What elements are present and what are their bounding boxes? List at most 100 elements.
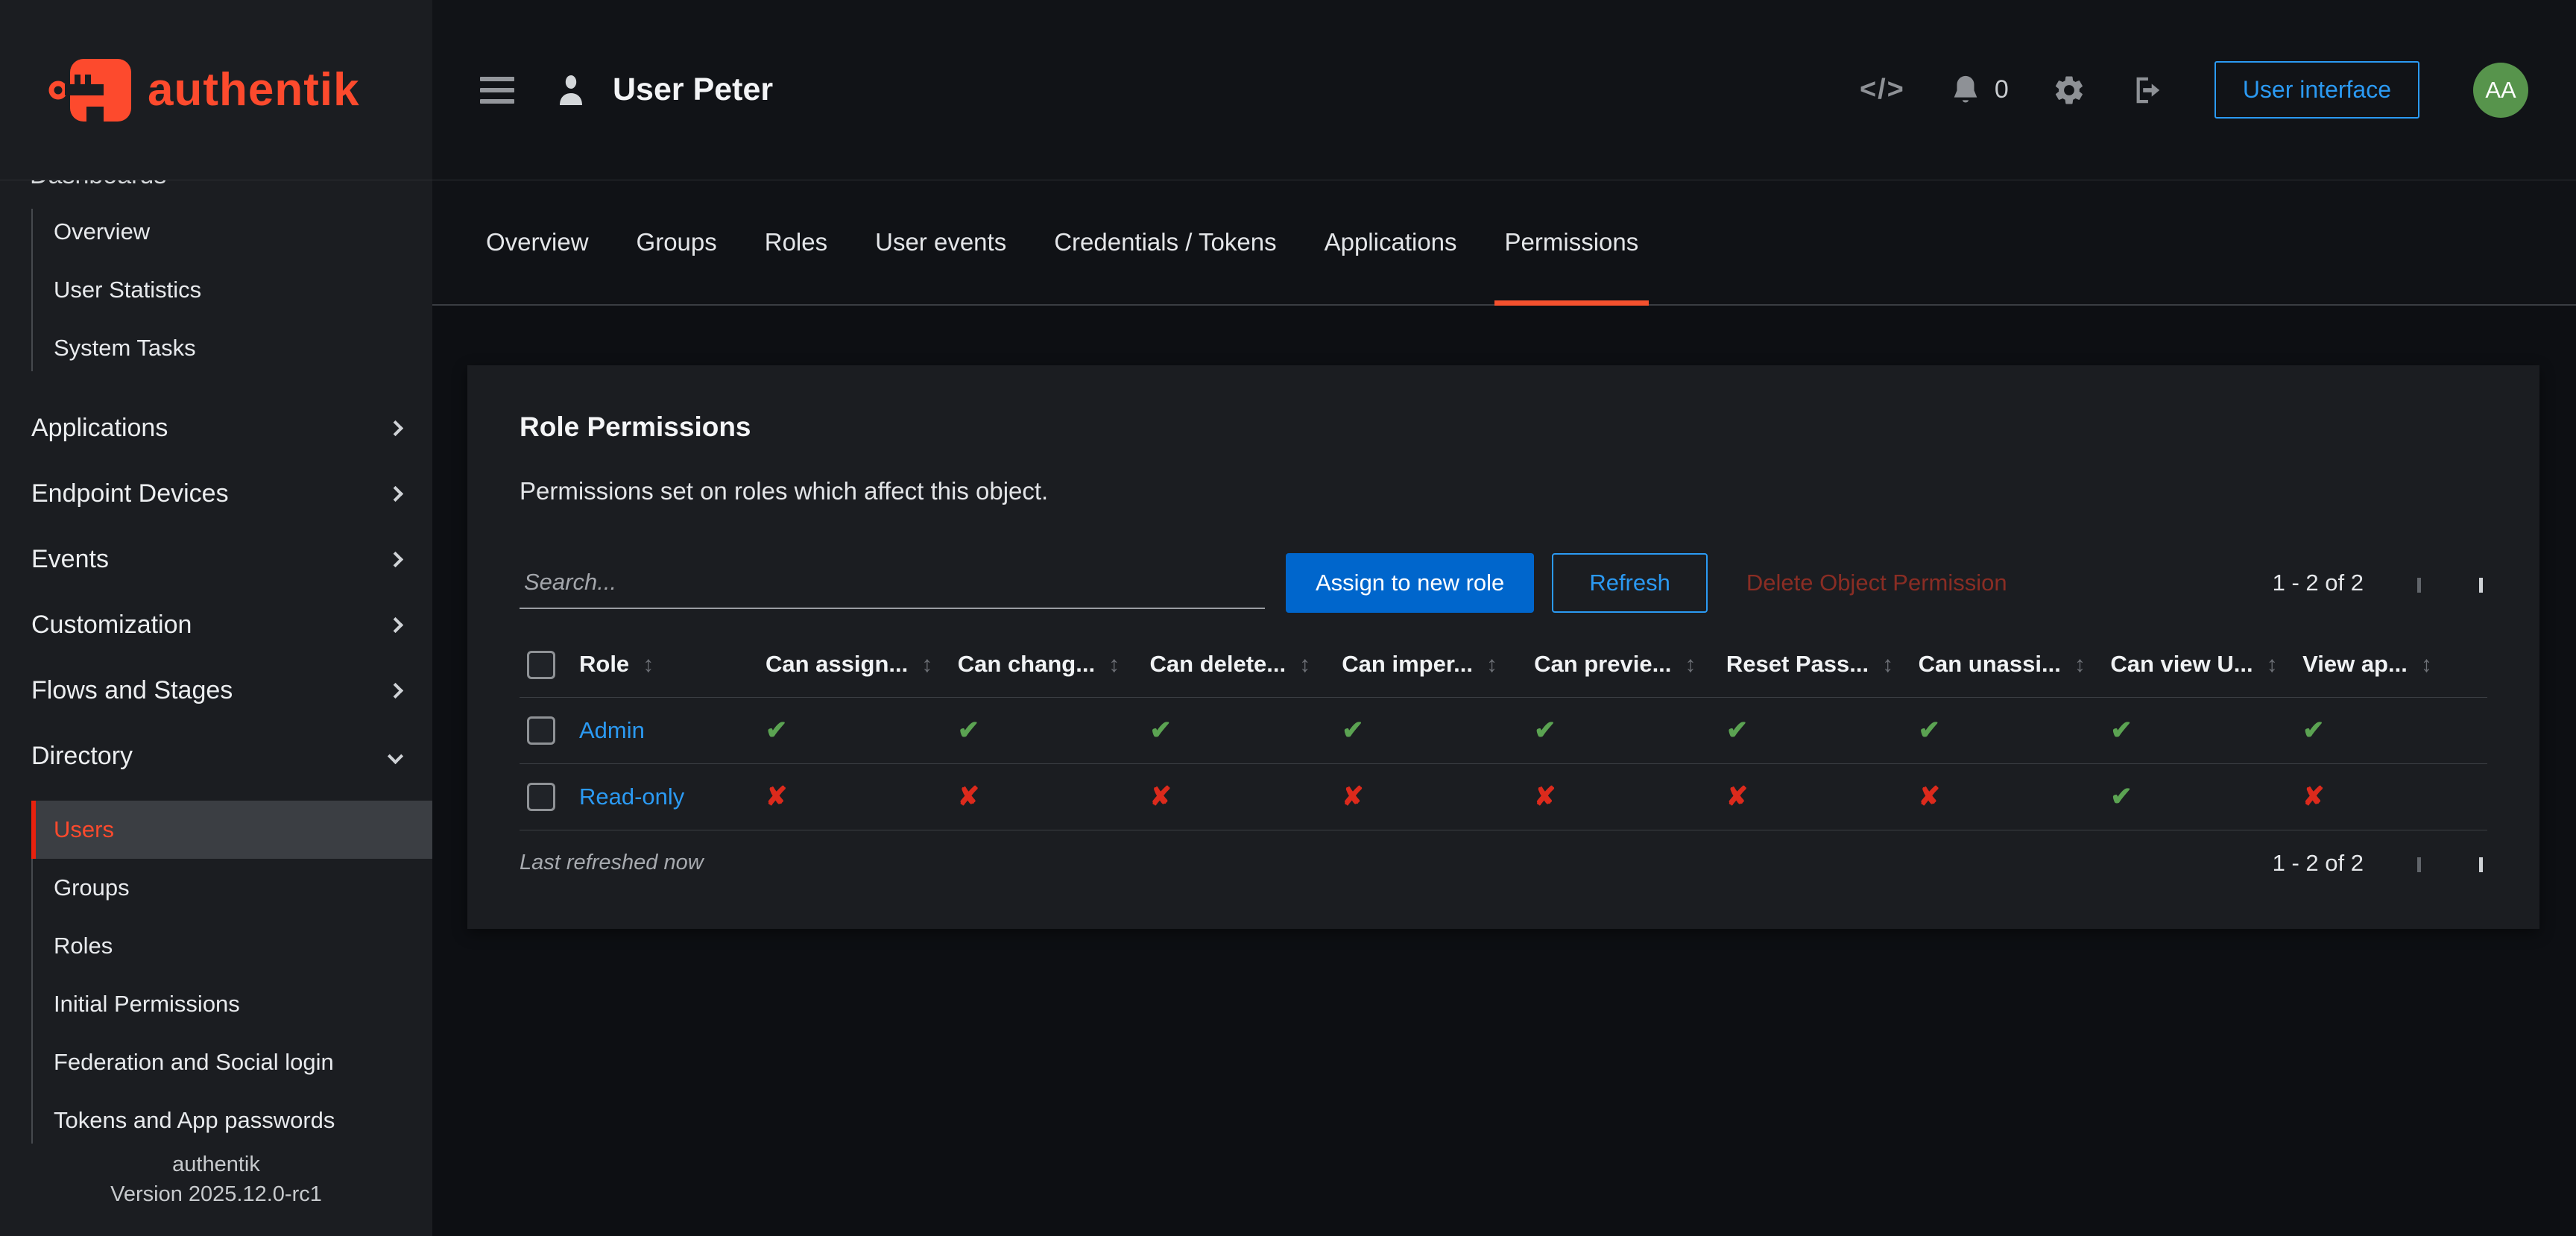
- tab-applications[interactable]: Applications: [1314, 180, 1468, 304]
- sidebar-logo-area: authentik: [0, 0, 432, 180]
- tab-user-events[interactable]: User events: [865, 180, 1017, 304]
- role-permissions-card: Role Permissions Permissions set on role…: [467, 365, 2539, 929]
- permission-cell: ✘: [758, 763, 950, 830]
- row-checkbox[interactable]: [527, 716, 555, 745]
- sign-out-icon[interactable]: [2130, 73, 2164, 107]
- sidebar-item-tokens-app-passwords[interactable]: Tokens and App passwords: [31, 1091, 432, 1150]
- role-permissions-table: Role↕ Can assign...↕ Can chang...↕ Can d…: [520, 632, 2487, 830]
- user-icon: [553, 72, 589, 108]
- sidebar-item-federation-social-login[interactable]: Federation and Social login: [31, 1033, 432, 1091]
- permission-cell: ✔: [1143, 697, 1335, 763]
- pagination-label: 1 - 2 of 2: [2273, 570, 2364, 596]
- chevron-down-icon: [388, 748, 403, 763]
- tab-content: Role Permissions Permissions set on role…: [432, 306, 2576, 929]
- permission-cell: ✔: [950, 697, 1143, 763]
- sort-icon[interactable]: ↕: [2267, 652, 2278, 677]
- pagination-prev-button[interactable]: [2413, 573, 2425, 593]
- tab-groups[interactable]: Groups: [626, 180, 727, 304]
- select-all-checkbox[interactable]: [527, 651, 555, 679]
- sidebar-item-flows-and-stages[interactable]: Flows and Stages: [0, 658, 432, 723]
- column-header-reset-password: Reset Pass...↕: [1719, 632, 1911, 697]
- sidebar-item-customization[interactable]: Customization: [0, 592, 432, 658]
- chevron-right-icon: [388, 682, 403, 698]
- permission-cell: ✔: [1334, 697, 1527, 763]
- sidebar-item-initial-permissions[interactable]: Initial Permissions: [31, 975, 432, 1033]
- api-browser-icon[interactable]: </>: [1860, 74, 1905, 106]
- permission-cell: ✔: [1719, 697, 1911, 763]
- main-area: Overview Groups Roles User events Creden…: [432, 180, 2576, 1236]
- user-interface-button[interactable]: User interface: [2214, 61, 2419, 119]
- top-header: User Peter </> 0 User interface AA: [432, 0, 2576, 180]
- sort-icon[interactable]: ↕: [1486, 652, 1497, 677]
- column-header-can-change: Can chang...↕: [950, 632, 1143, 697]
- table-toolbar: Assign to new role Refresh Delete Object…: [520, 553, 2487, 613]
- column-header-role: Role↕: [572, 632, 758, 697]
- last-refreshed-label: Last refreshed now: [520, 851, 704, 875]
- permission-cell: ✔: [2103, 697, 2295, 763]
- tab-permissions[interactable]: Permissions: [1494, 180, 1650, 304]
- card-description: Permissions set on roles which affect th…: [520, 477, 2487, 505]
- permission-cell: ✔: [1527, 697, 1719, 763]
- column-header-can-assign: Can assign...↕: [758, 632, 950, 697]
- authentik-logo-icon: [48, 53, 137, 127]
- sort-icon[interactable]: ↕: [2074, 652, 2086, 677]
- sort-icon[interactable]: ↕: [921, 652, 932, 677]
- sidebar-item-events[interactable]: Events: [0, 526, 432, 592]
- directory-subnav: Users Groups Roles Initial Permissions F…: [31, 801, 432, 1150]
- bell-icon: [1948, 73, 1983, 107]
- search-input[interactable]: [520, 557, 1265, 609]
- pagination-prev-button[interactable]: [2413, 853, 2425, 873]
- sidebar-item-users[interactable]: Users: [31, 801, 432, 859]
- column-header-can-delete: Can delete...↕: [1143, 632, 1335, 697]
- sidebar-toggle-button[interactable]: [480, 77, 514, 104]
- permission-cell: ✘: [1334, 763, 1527, 830]
- sort-icon[interactable]: ↕: [2421, 652, 2432, 677]
- sort-icon[interactable]: ↕: [1882, 652, 1893, 677]
- authentik-admin-app: authentik User Peter </> 0 User interf: [0, 0, 2576, 1236]
- sidebar-item-directory[interactable]: Directory: [0, 723, 432, 789]
- column-header-can-unassign: Can unassi...↕: [1911, 632, 2103, 697]
- sort-icon[interactable]: ↕: [1108, 652, 1120, 677]
- notifications-button[interactable]: 0: [1948, 73, 2009, 107]
- sidebar-item-endpoint-devices[interactable]: Endpoint Devices: [0, 461, 432, 526]
- sidebar-item-applications[interactable]: Applications: [0, 395, 432, 461]
- tab-credentials-tokens[interactable]: Credentials / Tokens: [1044, 180, 1287, 304]
- notification-count: 0: [1995, 75, 2009, 104]
- column-header-can-view-user: Can view U...↕: [2103, 632, 2295, 697]
- sidebar-item-system-tasks[interactable]: System Tasks: [31, 319, 432, 377]
- pagination-label: 1 - 2 of 2: [2273, 850, 2364, 877]
- pagination-next-button[interactable]: [2475, 853, 2487, 873]
- chevron-right-icon: [388, 420, 403, 435]
- permission-cell: ✘: [1527, 763, 1719, 830]
- sidebar-item-user-statistics[interactable]: User Statistics: [31, 261, 432, 319]
- role-link-read-only[interactable]: Read-only: [579, 783, 684, 810]
- table-row-read-only: Read-only ✘ ✘ ✘ ✘ ✘ ✘ ✘ ✔ ✘: [520, 763, 2487, 830]
- sort-icon[interactable]: ↕: [1299, 652, 1310, 677]
- table-header-row: Role↕ Can assign...↕ Can chang...↕ Can d…: [520, 632, 2487, 697]
- column-header-can-impersonate: Can imper...↕: [1334, 632, 1527, 697]
- delete-object-permission-button[interactable]: Delete Object Permission: [1746, 570, 2007, 596]
- tab-overview[interactable]: Overview: [476, 180, 599, 304]
- pagination-top: 1 - 2 of 2: [2273, 570, 2487, 596]
- column-header-view-application: View ap...↕: [2295, 632, 2487, 697]
- sidebar-item-roles[interactable]: Roles: [31, 917, 432, 975]
- assign-to-new-role-button[interactable]: Assign to new role: [1286, 553, 1534, 613]
- role-link-admin[interactable]: Admin: [579, 717, 645, 743]
- permission-cell: ✘: [1911, 763, 2103, 830]
- dashboards-subnav: Overview User Statistics System Tasks: [31, 203, 432, 377]
- refresh-button[interactable]: Refresh: [1552, 553, 1708, 613]
- sort-icon[interactable]: ↕: [1685, 652, 1696, 677]
- sidebar-item-dashboards-clipped[interactable]: Dashboards: [0, 180, 432, 191]
- sidebar-item-groups[interactable]: Groups: [31, 859, 432, 917]
- table-row-admin: Admin ✔ ✔ ✔ ✔ ✔ ✔ ✔ ✔ ✔: [520, 697, 2487, 763]
- sort-icon[interactable]: ↕: [643, 652, 654, 677]
- permission-cell: ✘: [950, 763, 1143, 830]
- row-checkbox[interactable]: [527, 783, 555, 811]
- sidebar-item-overview[interactable]: Overview: [31, 203, 432, 261]
- settings-gear-icon[interactable]: [2052, 73, 2086, 107]
- sidebar-footer-app-name: authentik: [0, 1150, 432, 1179]
- pagination-next-button[interactable]: [2475, 573, 2487, 593]
- permission-cell: ✘: [2295, 763, 2487, 830]
- avatar[interactable]: AA: [2473, 63, 2528, 118]
- tab-roles[interactable]: Roles: [754, 180, 838, 304]
